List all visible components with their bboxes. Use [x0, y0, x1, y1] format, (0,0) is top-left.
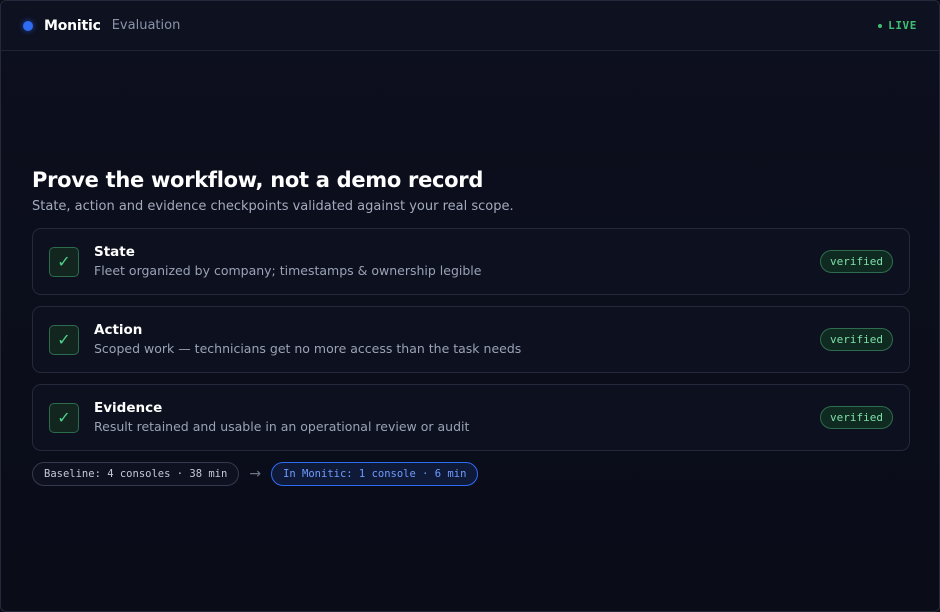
top-bar: Monitic Evaluation LIVE — [1, 1, 939, 51]
checkpoint-title: Action — [94, 322, 143, 338]
checkpoint-card-state: ✓ State Fleet organized by company; time… — [32, 228, 910, 295]
page-subtitle: State, action and evidence checkpoints v… — [32, 199, 514, 214]
live-status-indicator: LIVE — [878, 19, 917, 32]
live-status-label: LIVE — [888, 19, 917, 32]
status-badge: verified — [820, 250, 893, 273]
checkpoint-title: Evidence — [94, 400, 163, 416]
baseline-pill: Baseline: 4 consoles · 38 min — [32, 462, 240, 486]
comparison-row: Baseline: 4 consoles · 38 min → In Monit… — [32, 462, 910, 486]
page-title: Prove the workflow, not a demo record — [32, 168, 484, 192]
checkpoint-description: Result retained and usable in an operati… — [94, 419, 470, 434]
monitic-result-pill: In Monitic: 1 console · 6 min — [271, 462, 479, 486]
checkpoint-card-action: ✓ Action Scoped work — technicians get n… — [32, 306, 910, 373]
brand-dot-icon — [23, 20, 33, 31]
section-label: Evaluation — [111, 18, 181, 33]
checkpoint-text: Evidence Result retained and usable in a… — [94, 400, 469, 435]
check-icon: ✓ — [49, 402, 79, 433]
checkpoint-text: State Fleet organized by company; timest… — [94, 244, 481, 279]
arrow-right-icon: → — [249, 466, 262, 482]
checkpoint-card-evidence: ✓ Evidence Result retained and usable in… — [32, 384, 910, 451]
check-icon: ✓ — [49, 246, 79, 277]
check-icon: ✓ — [49, 324, 79, 355]
brand-name: Monitic — [44, 17, 101, 34]
status-badge: verified — [820, 328, 893, 351]
checkpoint-description: Scoped work — technicians get no more ac… — [94, 341, 522, 356]
checkpoint-description: Fleet organized by company; timestamps &… — [94, 263, 482, 278]
status-badge: verified — [820, 406, 893, 429]
app-window: Monitic Evaluation LIVE Prove the workfl… — [0, 0, 940, 612]
live-dot-icon — [878, 23, 883, 28]
checkpoint-text: Action Scoped work — technicians get no … — [94, 322, 521, 357]
main-content: Prove the workflow, not a demo record St… — [32, 167, 910, 486]
checkpoint-title: State — [94, 244, 135, 260]
checkpoint-list: ✓ State Fleet organized by company; time… — [32, 228, 910, 451]
